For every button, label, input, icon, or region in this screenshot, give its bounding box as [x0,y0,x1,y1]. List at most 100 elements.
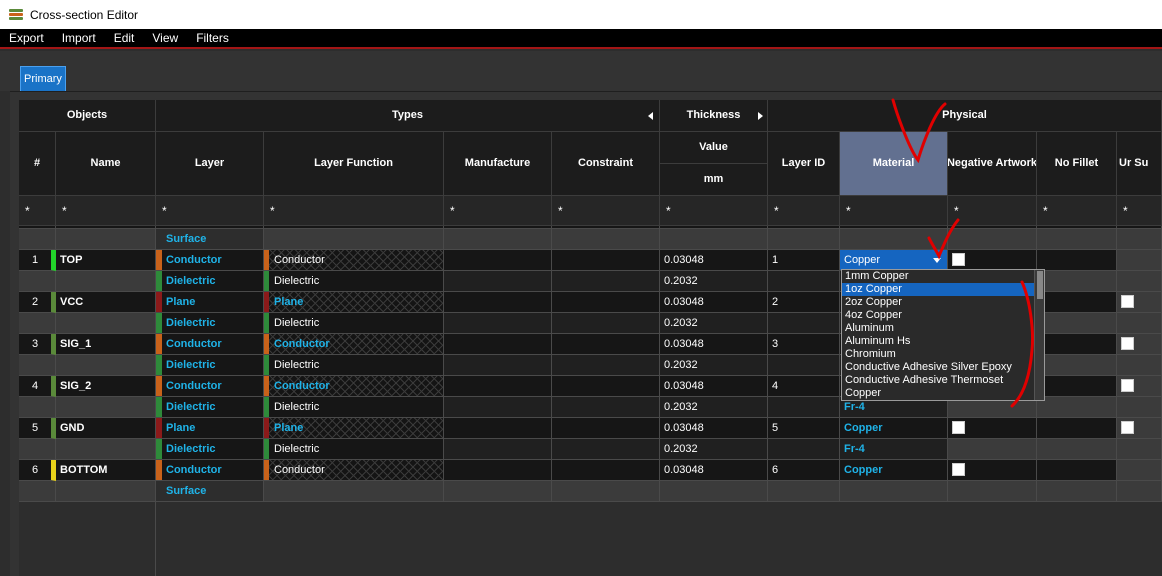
column-header-layer-id[interactable]: Layer ID [768,132,840,196]
filter-constraint[interactable]: * [552,196,660,226]
unused-surface-cell[interactable] [1117,355,1162,376]
layer-type[interactable]: Plane [156,418,264,439]
negative-artwork-checkbox[interactable] [952,463,965,476]
layer-type[interactable]: Plane [156,292,264,313]
menu-view[interactable]: View [143,31,187,45]
constraint-cell[interactable] [552,271,660,292]
layer-id[interactable]: 1 [768,250,840,271]
menu-filters[interactable]: Filters [187,31,238,45]
filter-negative-artwork[interactable]: * [948,196,1037,226]
material-cell[interactable]: Copper [840,250,948,271]
layer-function[interactable]: Dielectric [264,313,444,334]
material-option[interactable]: 4oz Copper [842,309,1044,322]
layer-function[interactable]: Conductor [264,460,444,481]
filter-num[interactable]: * [19,196,56,226]
layer-id[interactable] [768,313,840,334]
manufacture-cell[interactable] [444,481,552,502]
unused-surface-cell[interactable] [1117,439,1162,460]
thickness-value[interactable] [660,481,768,502]
layer-name[interactable] [56,481,156,502]
filter-manufacture[interactable]: * [444,196,552,226]
unused-surface-cell[interactable] [1117,313,1162,334]
unused-checkbox[interactable] [1121,379,1134,392]
layer-function[interactable] [264,229,444,250]
column-header-manufacture[interactable]: Manufacture [444,132,552,196]
no-fillet-cell[interactable] [1037,271,1117,292]
material-cell[interactable] [840,229,948,250]
layer-type[interactable]: Dielectric [156,271,264,292]
material-cell[interactable] [840,481,948,502]
filter-name[interactable]: * [56,196,156,226]
thickness-value[interactable]: 0.03048 [660,376,768,397]
no-fillet-cell[interactable] [1037,313,1117,334]
filter-layer-function[interactable]: * [264,196,444,226]
column-header-material[interactable]: Material [840,132,948,196]
negative-artwork-cell[interactable] [948,418,1037,439]
no-fillet-cell[interactable] [1037,355,1117,376]
no-fillet-cell[interactable] [1037,460,1117,481]
layer-name[interactable] [56,355,156,376]
collapse-left-icon[interactable] [648,111,653,120]
material-dropdown-list[interactable]: 1mm Copper 1oz Copper 2oz Copper 4oz Copper… [841,269,1045,401]
negative-artwork-cell[interactable] [948,460,1037,481]
chevron-down-icon[interactable] [933,258,941,263]
layer-name[interactable]: TOP [56,250,156,271]
layer-id[interactable]: 2 [768,292,840,313]
layer-function[interactable] [264,481,444,502]
material-option[interactable]: 1mm Copper [842,270,1044,283]
material-option[interactable]: Chromium [842,348,1044,361]
material-option[interactable]: Aluminum [842,322,1044,335]
unused-checkbox[interactable] [1121,337,1134,350]
layer-type[interactable]: Dielectric [156,439,264,460]
negative-artwork-checkbox[interactable] [952,421,965,434]
no-fillet-cell[interactable] [1037,250,1117,271]
material-option[interactable]: Aluminum Hs [842,335,1044,348]
manufacture-cell[interactable] [444,418,552,439]
filter-partial-next[interactable]: * [1117,196,1162,226]
layer-name[interactable]: VCC [56,292,156,313]
column-header-layer[interactable]: Layer [156,132,264,196]
layer-type[interactable]: Surface [156,229,264,250]
constraint-cell[interactable] [552,397,660,418]
material-option[interactable]: Conductive Adhesive Silver Epoxy [842,361,1044,374]
group-header-thickness[interactable]: Thickness [660,100,768,132]
constraint-cell[interactable] [552,418,660,439]
layer-function[interactable]: Dielectric [264,439,444,460]
layer-id[interactable] [768,229,840,250]
material-cell[interactable]: Fr-4 [840,439,948,460]
column-header-constraint[interactable]: Constraint [552,132,660,196]
no-fillet-cell[interactable] [1037,229,1117,250]
layer-id[interactable]: 6 [768,460,840,481]
unused-surface-cell[interactable] [1117,292,1162,313]
thickness-value[interactable]: 0.2032 [660,355,768,376]
layer-type[interactable]: Conductor [156,376,264,397]
layer-function[interactable]: Plane [264,418,444,439]
filter-no-fillet[interactable]: * [1037,196,1117,226]
column-header-value[interactable]: Value [660,132,768,164]
filter-value[interactable]: * [660,196,768,226]
layer-id[interactable]: 4 [768,376,840,397]
material-option[interactable]: Copper [842,387,1044,400]
no-fillet-cell[interactable] [1037,334,1117,355]
group-header-objects[interactable]: Objects [19,100,156,132]
manufacture-cell[interactable] [444,334,552,355]
column-header-no-fillet[interactable]: No Fillet [1037,132,1117,196]
manufacture-cell[interactable] [444,229,552,250]
group-header-types[interactable]: Types [156,100,660,132]
negative-artwork-cell[interactable] [948,229,1037,250]
constraint-cell[interactable] [552,313,660,334]
layer-function[interactable]: Dielectric [264,271,444,292]
unused-surface-cell[interactable] [1117,229,1162,250]
dropdown-scroll-thumb[interactable] [1037,271,1043,299]
layer-name[interactable]: SIG_1 [56,334,156,355]
layer-type[interactable]: Dielectric [156,355,264,376]
tab-primary[interactable]: Primary [20,66,66,91]
negative-artwork-cell[interactable] [948,250,1037,271]
layer-name[interactable] [56,397,156,418]
constraint-cell[interactable] [552,355,660,376]
layer-type[interactable]: Conductor [156,334,264,355]
constraint-cell[interactable] [552,334,660,355]
manufacture-cell[interactable] [444,397,552,418]
layer-function[interactable]: Dielectric [264,355,444,376]
no-fillet-cell[interactable] [1037,439,1117,460]
